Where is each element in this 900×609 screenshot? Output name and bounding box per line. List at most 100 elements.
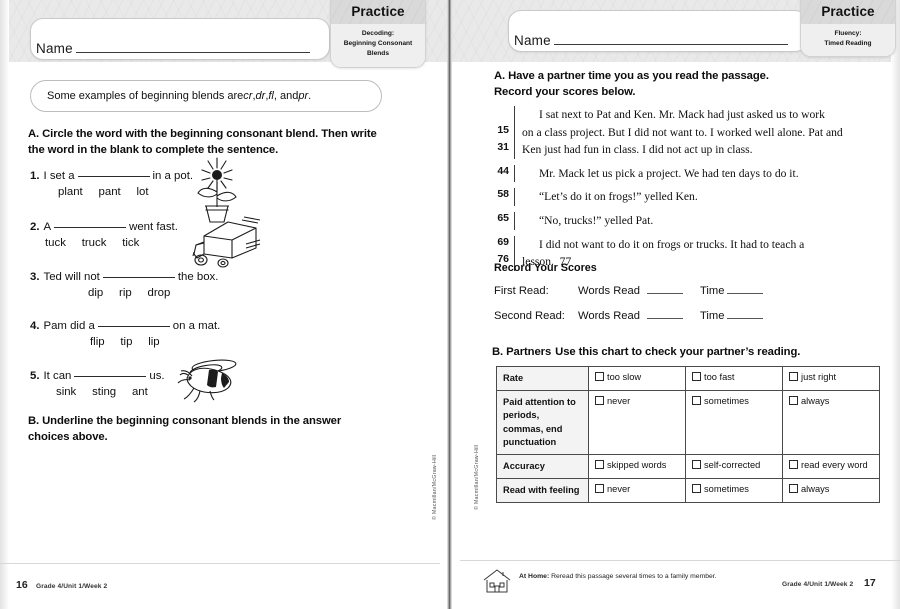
question-3-number: 3.	[30, 271, 40, 283]
question-3-text-after: the box.	[177, 271, 219, 283]
checkbox-icon[interactable]	[692, 372, 701, 381]
left-tab-subtitle-line2: Beginning Consonant	[343, 40, 413, 48]
right-section-b-bold-word: Partners	[506, 346, 552, 358]
left-page-edge	[0, 0, 9, 609]
passage-line-number: 58	[497, 188, 509, 201]
left-page-number: 16	[16, 579, 28, 591]
checkbox-icon[interactable]	[789, 484, 798, 494]
callout-text-before: Some examples of beginning blends are	[47, 90, 244, 102]
checkbox-icon[interactable]	[692, 459, 701, 469]
left-tab-subtitle-line1: Decoding:	[361, 30, 395, 37]
question-2-answer-blank[interactable]	[54, 227, 127, 228]
question-5-choices[interactable]: sink sting ant	[56, 386, 148, 398]
checkbox-option[interactable]: self-corrected	[685, 453, 783, 480]
question-4-text-before: Pam did a	[43, 320, 95, 332]
right-tab-subtitle-line2: Timed Reading	[824, 40, 872, 48]
checkbox-icon[interactable]	[595, 372, 604, 381]
checkbox-option[interactable]: read every word	[782, 453, 880, 480]
checkbox-option[interactable]: always	[782, 478, 880, 504]
first-read-label: First Read:	[494, 285, 549, 297]
right-practice-tab: Practice Fluency: Timed Reading	[800, 0, 896, 58]
question-1-text-after: in a pot.	[152, 170, 194, 182]
partners-checklist-table: Rate too slow too fast just right Paid a…	[496, 365, 880, 504]
checkbox-icon[interactable]	[789, 372, 798, 381]
table-row: Rate too slow too fast just right	[496, 365, 880, 392]
record-scores-title: Record Your Scores	[494, 262, 597, 274]
second-read-label: Second Read:	[494, 310, 565, 322]
question-5-answer-blank[interactable]	[74, 376, 147, 377]
question-3-choices[interactable]: dip rip drop	[88, 287, 170, 299]
checkbox-option[interactable]: never	[588, 390, 686, 455]
passage-line-text: Ken just had fun in class. I did not act…	[514, 141, 753, 159]
blends-example-callout: Some examples of beginning blends are cr…	[30, 80, 382, 112]
question-3-answer-blank[interactable]	[102, 277, 175, 278]
left-tab-subtitle-line3: Blends	[367, 50, 389, 58]
left-page: Name Practice Decoding: Beginning Conson…	[0, 0, 448, 609]
second-read-time-label: Time	[699, 310, 725, 322]
right-tab-subtitle-line1: Fluency:	[834, 30, 862, 37]
checkbox-option[interactable]: sometimes	[685, 478, 783, 504]
checkbox-icon[interactable]	[692, 396, 701, 406]
callout-text-after: .	[308, 90, 312, 102]
left-tab-subtitle: Decoding: Beginning Consonant Blends	[331, 24, 425, 67]
passage-line: 58 “Let’s do it on frogs!” yelled Ken.	[492, 188, 843, 207]
passage-line: 65 “No, trucks!” yelled Pat.	[492, 212, 843, 230]
right-section-a-instruction: A. Have a partner time you as you read th…	[494, 68, 884, 100]
first-read-words-label: Words Read	[578, 285, 640, 297]
second-read-words-blank[interactable]	[646, 318, 683, 319]
callout-blend-4: pr	[298, 90, 309, 102]
question-2-choices[interactable]: tuck truck tick	[45, 237, 139, 249]
right-page: Name Practice Fluency: Timed Reading A. H…	[452, 0, 900, 609]
checkbox-icon[interactable]	[595, 396, 604, 406]
checkbox-icon[interactable]	[692, 484, 701, 494]
passage-line-number: 69	[497, 235, 509, 248]
right-section-a-letter: A.	[494, 70, 506, 82]
question-1-answer-blank[interactable]	[77, 176, 150, 177]
checkbox-option[interactable]: too fast	[685, 365, 783, 392]
question-5: 5. It can us.	[30, 370, 165, 382]
question-3-text-before: Ted will not	[43, 271, 100, 283]
checkbox-icon[interactable]	[595, 484, 604, 494]
right-page-number: 17	[864, 577, 876, 589]
question-4-answer-blank[interactable]	[97, 326, 170, 327]
truck-illustration	[184, 214, 262, 270]
bee-illustration	[166, 358, 248, 404]
first-read-words-blank[interactable]	[646, 293, 683, 294]
checkbox-icon[interactable]	[595, 459, 604, 469]
second-read-time-blank[interactable]	[727, 318, 764, 319]
passage-line: 69 I did not want to do it on frogs or t…	[492, 235, 843, 254]
passage-line-text: “No, trucks!” yelled Pat.	[514, 212, 653, 230]
passage-line-text: on a class project. But I did not want t…	[514, 123, 843, 142]
checkbox-icon[interactable]	[789, 459, 798, 469]
checkbox-option[interactable]: always	[782, 390, 880, 455]
question-1-choices[interactable]: plant pant lot	[58, 186, 149, 198]
right-footer-rule	[460, 560, 900, 561]
first-read-time-blank[interactable]	[727, 293, 764, 294]
checkbox-icon[interactable]	[789, 396, 798, 406]
left-footer-info: Grade 4/Unit 1/Week 2	[36, 583, 108, 590]
right-name-card	[508, 10, 808, 52]
checkbox-option[interactable]: skipped words	[588, 453, 686, 480]
worksheet-spread: Name Practice Decoding: Beginning Conson…	[0, 0, 900, 609]
question-4-choices[interactable]: flip tip lip	[90, 336, 160, 348]
left-name-input-rule[interactable]	[76, 52, 310, 53]
passage-line-number: 44	[497, 164, 509, 177]
callout-blend-1: cr	[243, 90, 253, 102]
left-name-label: Name	[36, 41, 73, 56]
passage-line: 44 Mr. Mack let us pick a project. We ha…	[492, 164, 843, 183]
house-icon	[483, 569, 511, 593]
question-4-number: 4.	[30, 320, 40, 332]
passage-line: 15 on a class project. But I did not wan…	[492, 123, 843, 142]
checkbox-option[interactable]: sometimes	[685, 390, 783, 455]
checkbox-option[interactable]: just right	[782, 365, 880, 392]
checkbox-option[interactable]: never	[588, 478, 686, 504]
question-2-text-after: went fast.	[129, 221, 178, 233]
passage-line-text: “Let’s do it on frogs!” yelled Ken.	[514, 188, 698, 207]
left-section-b-letter: B.	[28, 415, 40, 427]
right-section-b-instruction: B. Partners Use this chart to check your p…	[492, 344, 882, 360]
passage-line-number: 31	[497, 141, 509, 154]
checkbox-option[interactable]: too slow	[588, 365, 686, 392]
right-copyright: © Macmillan/McGraw-Hill	[474, 444, 480, 510]
row-category: Accuracy	[496, 453, 589, 480]
right-name-input-rule[interactable]	[554, 44, 788, 45]
